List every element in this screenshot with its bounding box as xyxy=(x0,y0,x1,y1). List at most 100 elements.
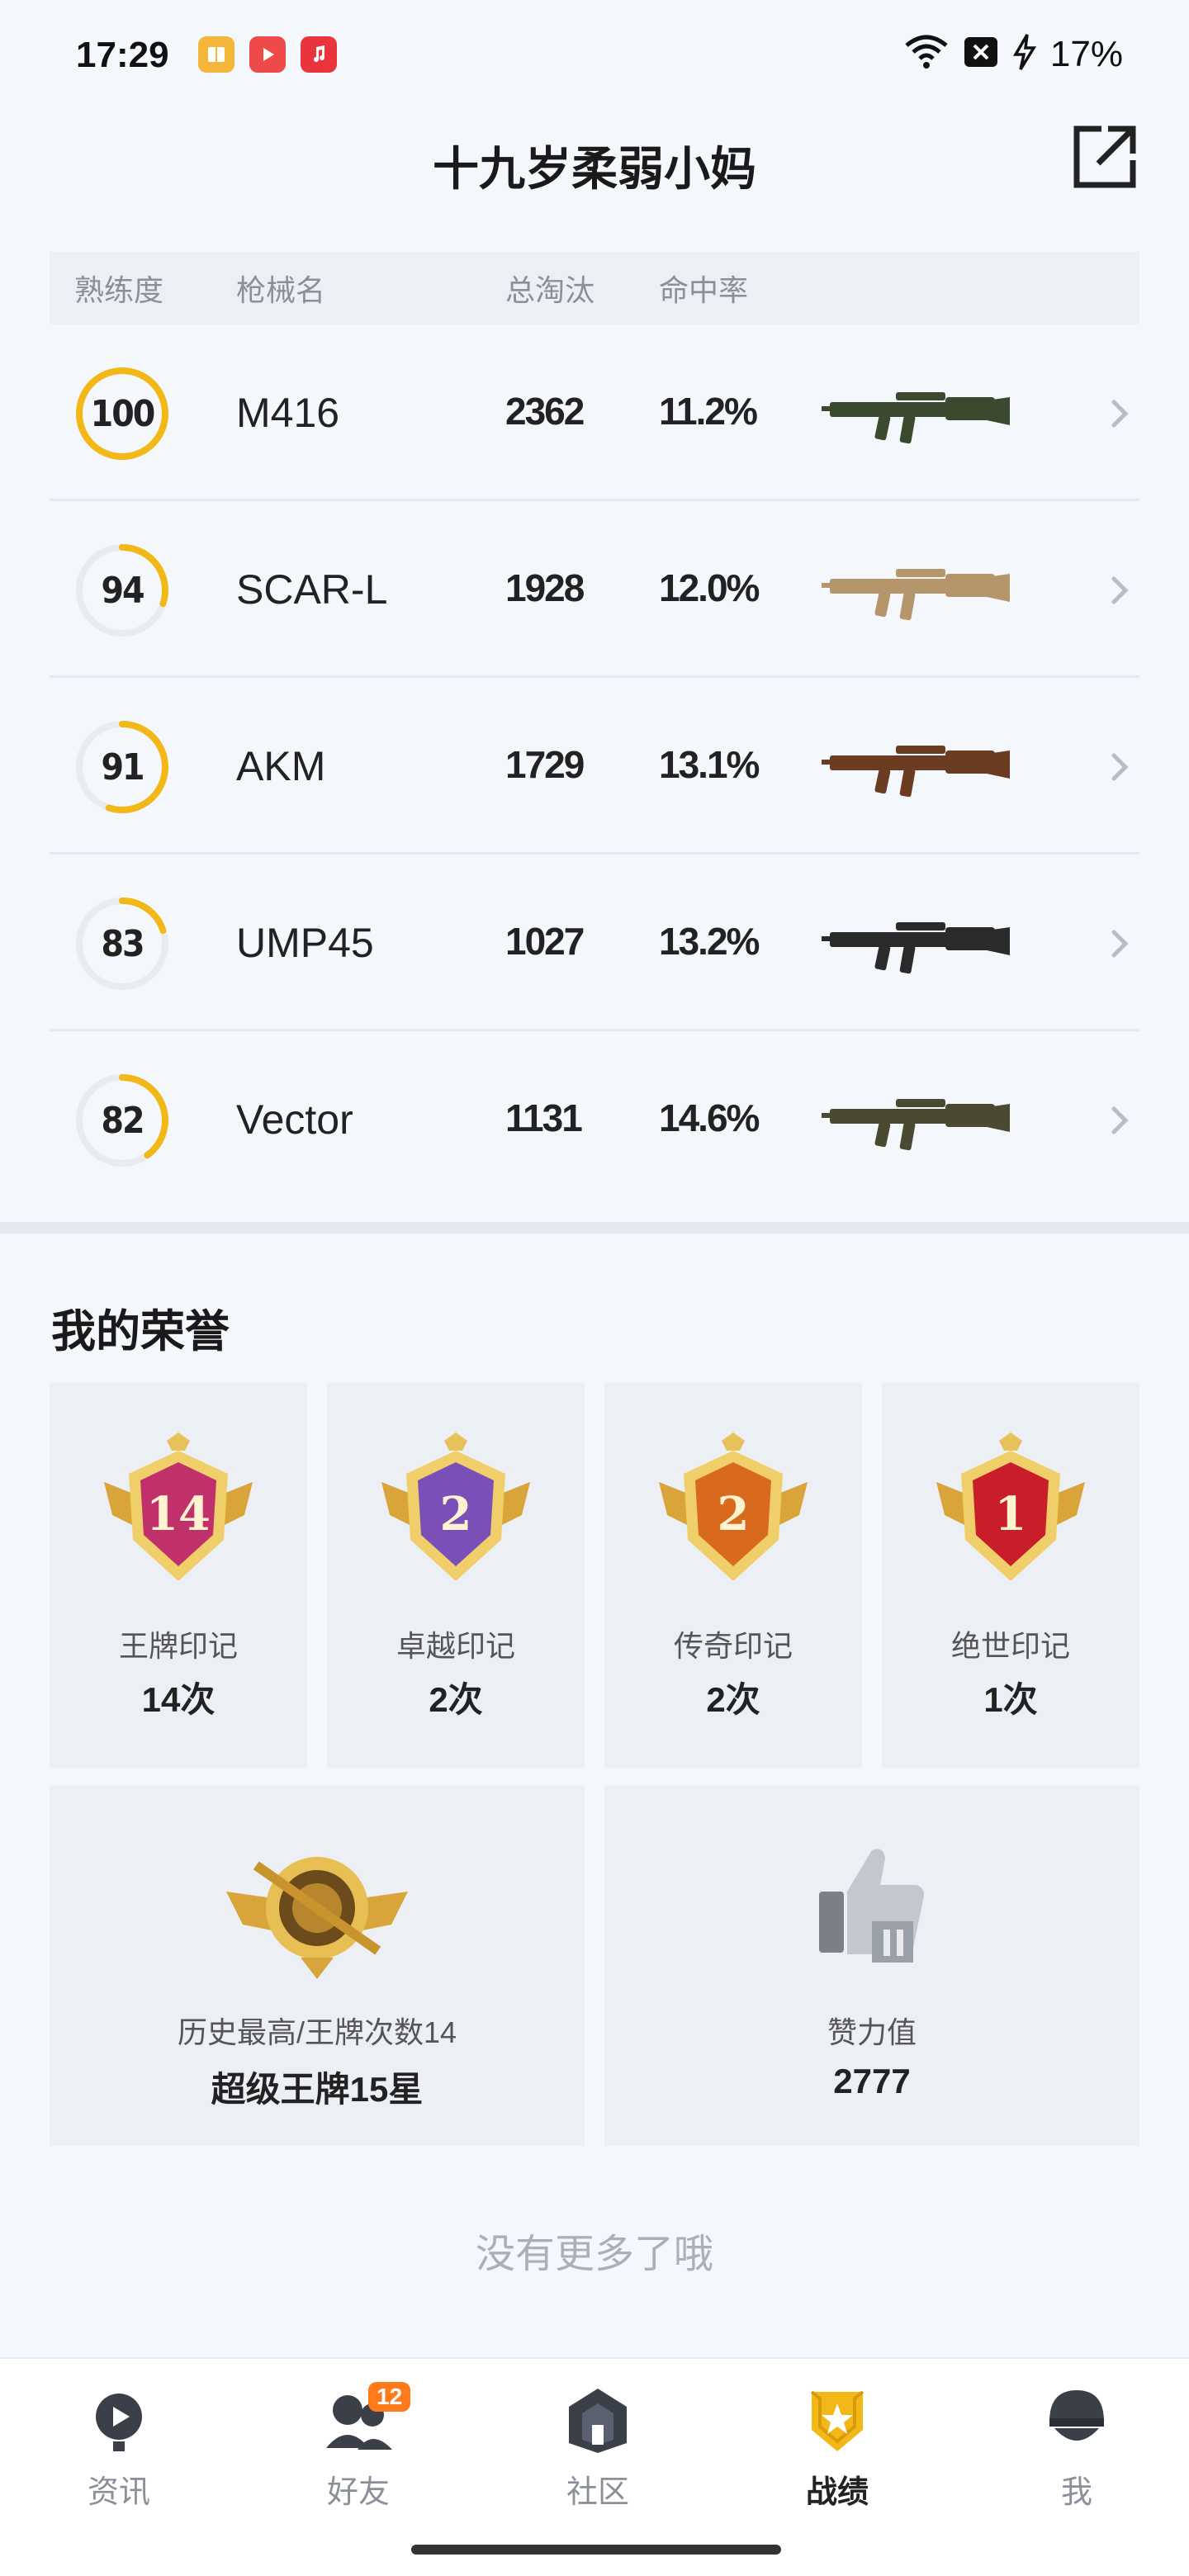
table-row[interactable]: 83 UMP45 1027 13.2% xyxy=(50,855,1139,1031)
honor-card[interactable]: 1 绝世印记 1次 xyxy=(882,1383,1139,1768)
gun-hit-rate: 14.6% xyxy=(659,1096,760,1139)
ace-rank-icon xyxy=(226,1857,408,1979)
gun-hit-rate: 11.2% xyxy=(659,390,758,433)
record-icon xyxy=(810,2390,865,2451)
nav-label: 战绩 xyxy=(805,2475,869,2510)
honor-value: 14次 xyxy=(141,1680,216,1719)
share-button[interactable] xyxy=(1072,124,1138,190)
table-row[interactable]: 82 Vector 1131 14.6% xyxy=(50,1031,1139,1208)
proficiency-value: 83 xyxy=(101,922,144,965)
medal-icon: 2 xyxy=(659,1432,808,1581)
gun-image xyxy=(822,392,1010,444)
home-indicator[interactable] xyxy=(411,2545,781,2555)
sim-blocked-icon xyxy=(963,36,999,73)
gun-name: UMP45 xyxy=(236,920,374,966)
gun-image xyxy=(822,569,1010,621)
header: 十九岁柔弱小妈 xyxy=(0,124,1189,206)
section-divider xyxy=(0,1222,1189,1234)
bottom-nav: 资讯 12 好友 社区 战绩 我 xyxy=(0,2357,1189,2576)
nav-item-record[interactable]: 战绩 xyxy=(755,2382,920,2512)
share-icon xyxy=(1073,125,1136,188)
weapon-table: 熟练度 枪械名 总淘汰 命中率 100 M416 2362 11.2% 94 S… xyxy=(50,252,1139,1208)
gun-kills: 1928 xyxy=(505,566,585,609)
nav-label: 我 xyxy=(1060,2475,1092,2510)
nav-label: 资讯 xyxy=(87,2475,150,2510)
header-gun-name: 枪械名 xyxy=(236,273,326,307)
header-kills: 总淘汰 xyxy=(505,273,595,307)
profile-icon xyxy=(1049,2390,1104,2441)
medal-number: 14 xyxy=(146,1487,211,1541)
proficiency-value: 94 xyxy=(101,569,144,612)
gun-name: SCAR-L xyxy=(236,566,388,613)
status-time: 17:29 xyxy=(76,35,169,75)
medal-number: 1 xyxy=(995,1487,1027,1541)
chevron-right-icon xyxy=(1111,1106,1129,1134)
honor-label: 历史最高/王牌次数14 xyxy=(177,2015,457,2049)
honor-label: 传奇印记 xyxy=(673,1629,793,1663)
no-more-text: 没有更多了哦 xyxy=(475,2233,713,2276)
honor-card[interactable]: 14 王牌印记 14次 xyxy=(50,1383,307,1768)
community-icon xyxy=(569,2389,627,2453)
highest-rank-card[interactable]: 历史最高/王牌次数14 超级王牌15星 xyxy=(50,1786,585,2146)
gun-kills: 2362 xyxy=(505,390,585,433)
wifi-icon xyxy=(903,34,950,74)
table-row[interactable]: 94 SCAR-L 1928 12.0% xyxy=(50,501,1139,678)
music-icon xyxy=(301,36,337,73)
gun-hit-rate: 13.2% xyxy=(659,920,760,963)
status-bar: 17:29 17% xyxy=(0,0,1189,107)
gun-image xyxy=(822,746,1010,798)
honor-value: 超级王牌15星 xyxy=(211,2070,424,2109)
nav-item-news[interactable]: 资讯 xyxy=(36,2382,201,2512)
honor-label: 王牌印记 xyxy=(118,1629,238,1663)
video-icon xyxy=(249,36,286,73)
chevron-right-icon xyxy=(1111,576,1129,604)
gun-name: Vector xyxy=(236,1096,353,1143)
honor-label: 赞力值 xyxy=(827,2015,917,2049)
gun-hit-rate: 12.0% xyxy=(659,566,760,609)
honor-value: 2777 xyxy=(833,2062,911,2100)
header-proficiency: 熟练度 xyxy=(74,273,164,307)
nav-item-community[interactable]: 社区 xyxy=(515,2382,680,2512)
gun-kills: 1729 xyxy=(505,743,585,786)
honors-title: 我的荣誉 xyxy=(51,1307,230,1357)
honor-card[interactable]: 2 传奇印记 2次 xyxy=(604,1383,862,1768)
news-icon xyxy=(96,2394,142,2451)
honor-value: 2次 xyxy=(706,1680,760,1719)
gun-name: AKM xyxy=(236,743,326,789)
page-title: 十九岁柔弱小妈 xyxy=(433,143,756,195)
medal-icon: 1 xyxy=(936,1432,1085,1581)
honor-value: 1次 xyxy=(983,1680,1038,1719)
charging-icon xyxy=(1012,33,1037,75)
honor-label: 绝世印记 xyxy=(950,1629,1070,1663)
nav-item-friends[interactable]: 12 好友 xyxy=(276,2382,441,2512)
table-row[interactable]: 91 AKM 1729 13.1% xyxy=(50,678,1139,855)
gun-name: M416 xyxy=(236,390,340,436)
gun-image xyxy=(822,922,1010,974)
honor-value: 2次 xyxy=(429,1680,483,1719)
gun-kills: 1027 xyxy=(505,920,585,963)
nav-item-profile[interactable]: 我 xyxy=(994,2382,1159,2512)
header-hit-rate: 命中率 xyxy=(659,273,749,307)
likes-card[interactable]: 赞力值 2777 xyxy=(604,1786,1139,2146)
table-row[interactable]: 100 M416 2362 11.2% xyxy=(50,324,1139,501)
thumbs-up-icon xyxy=(819,1849,924,1963)
gun-hit-rate: 13.1% xyxy=(659,743,760,786)
nav-label: 好友 xyxy=(326,2475,390,2510)
books-icon xyxy=(198,36,234,73)
gun-image xyxy=(822,1099,1010,1151)
medal-icon: 2 xyxy=(381,1432,530,1581)
nav-label: 社区 xyxy=(566,2475,629,2510)
table-header: 熟练度 枪械名 总淘汰 命中率 xyxy=(50,252,1139,324)
chevron-right-icon xyxy=(1111,753,1129,781)
proficiency-value: 91 xyxy=(101,746,144,788)
battery-level: 17% xyxy=(1049,33,1123,74)
proficiency-value: 100 xyxy=(90,392,156,435)
chevron-right-icon xyxy=(1111,400,1129,428)
medal-icon: 14 xyxy=(104,1432,253,1581)
medal-number: 2 xyxy=(440,1487,472,1541)
gun-kills: 1131 xyxy=(505,1096,583,1139)
notification-badge: 12 xyxy=(368,2382,411,2412)
honor-label: 卓越印记 xyxy=(396,1629,515,1663)
chevron-right-icon xyxy=(1111,930,1129,958)
honor-card[interactable]: 2 卓越印记 2次 xyxy=(327,1383,585,1768)
